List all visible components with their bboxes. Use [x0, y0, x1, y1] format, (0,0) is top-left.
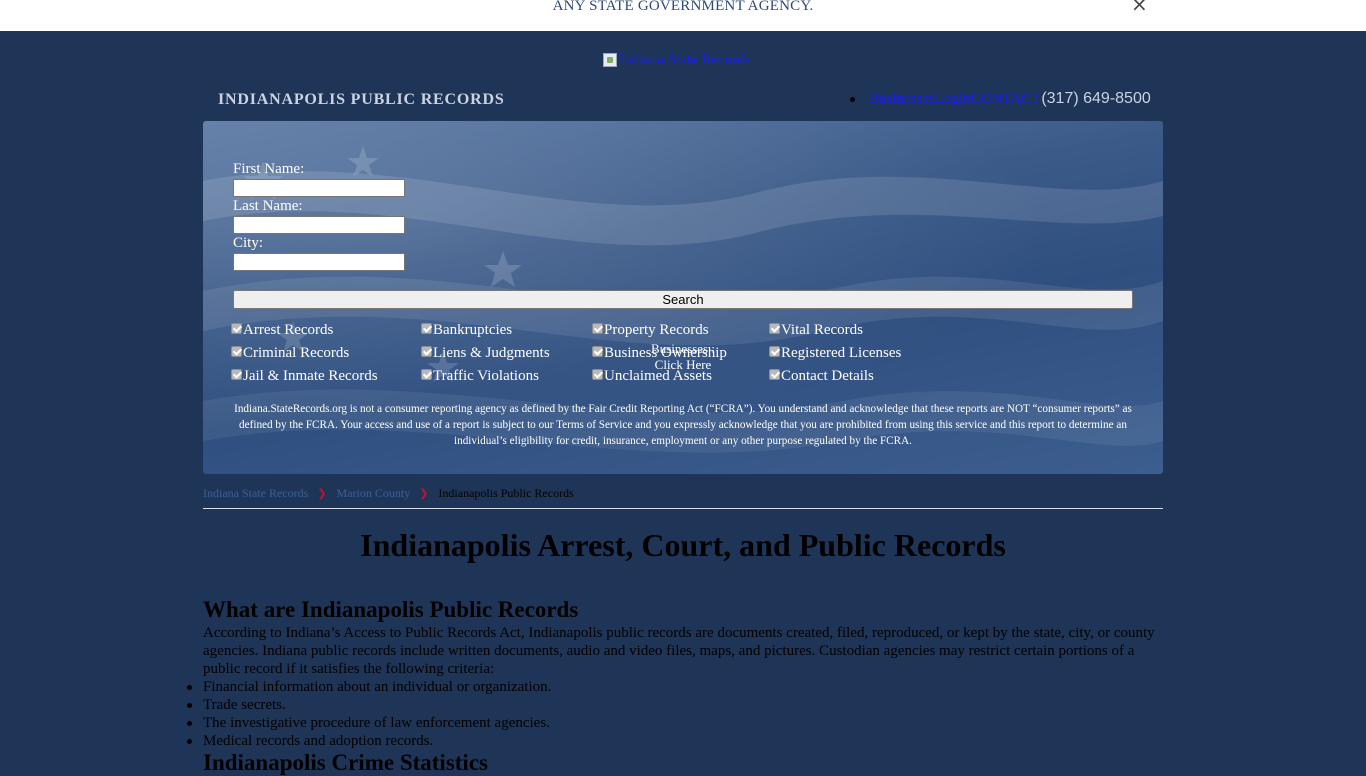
checkbox-checked-icon[interactable] — [231, 323, 242, 334]
header-nav: Businesses Login CONTACT (317) 649-8500 — [850, 90, 1151, 108]
site-logo-link[interactable]: Indiana State Records — [603, 51, 751, 69]
site-title: INDIANAPOLIS PUBLIC RECORDS — [218, 91, 505, 108]
logo-alt-text: Indiana State Records — [619, 51, 751, 68]
close-icon[interactable]: × — [1131, 0, 1148, 16]
checkbox-checked-icon[interactable] — [421, 323, 432, 334]
nav-login-link[interactable]: Login — [935, 91, 971, 108]
section-heading-crime-statistics: Indianapolis Crime Statistics — [203, 750, 488, 775]
last-name-input[interactable] — [233, 216, 405, 234]
broken-image-icon — [603, 53, 617, 67]
nav-bullet-icon — [850, 96, 855, 102]
list-item: Trade secrets. — [186, 696, 551, 714]
checkbox-registered-licenses[interactable]: Registered Licenses — [769, 345, 901, 362]
fcra-disclaimer: Indiana.StateRecords.org is not a consum… — [234, 403, 1132, 447]
search-panel: First Name: Last Name: City: Search Arre… — [203, 121, 1163, 474]
checkbox-checked-icon[interactable] — [592, 346, 603, 357]
checkbox-checked-icon[interactable] — [769, 346, 780, 357]
nav-contact-link[interactable]: CONTACT — [971, 91, 1041, 108]
checkbox-vital-records[interactable]: Vital Records — [769, 322, 863, 339]
breadcrumb-marion-county[interactable]: Marion County — [337, 486, 411, 501]
list-item: Medical records and adoption records. — [186, 732, 551, 750]
checkbox-checked-icon[interactable] — [592, 369, 603, 380]
checkbox-checked-icon[interactable] — [769, 323, 780, 334]
list-item: The investigative procedure of law enfor… — [186, 715, 550, 731]
checkbox-traffic-violations[interactable]: Traffic Violations — [421, 368, 539, 385]
checkbox-checked-icon[interactable] — [231, 346, 242, 357]
breadcrumb: Indiana State Records ❯ Marion County ❯ … — [203, 486, 574, 501]
first-name-input[interactable] — [233, 179, 405, 197]
section-paragraph: According to Indiana’s Access to Public … — [203, 625, 1155, 677]
last-name-label: Last Name: — [233, 198, 303, 214]
city-input[interactable] — [233, 253, 405, 271]
section-heading-public-records: What are Indianapolis Public Records — [203, 597, 579, 622]
notice-text: ANY STATE GOVERNMENT AGENCY. — [552, 0, 814, 14]
city-label: City: — [233, 235, 264, 251]
chevron-right-icon: ❯ — [419, 487, 429, 500]
phone-number[interactable]: (317) 649-8500 — [1041, 90, 1150, 108]
checkbox-checked-icon[interactable] — [421, 346, 432, 357]
nav-businesses-link[interactable]: Businesses — [869, 91, 935, 108]
notice-bar: ANY STATE GOVERNMENT AGENCY. × — [0, 0, 1366, 31]
page-title: Indianapolis Arrest, Court, and Public R… — [360, 527, 1006, 563]
checkbox-arrest-records[interactable]: Arrest Records — [231, 322, 333, 339]
search-button[interactable]: Search — [233, 290, 1133, 309]
first-name-label: First Name: — [233, 161, 305, 177]
checkbox-checked-icon[interactable] — [769, 369, 780, 380]
checkbox-checked-icon[interactable] — [592, 323, 603, 334]
businesses-click-here-link[interactable]: Businesses : Click Here — [648, 341, 718, 373]
checkbox-property-records[interactable]: Property Records — [592, 322, 709, 339]
chevron-right-icon: ❯ — [317, 487, 327, 500]
divider — [203, 508, 1163, 509]
list-item: Financial information about an individua… — [186, 679, 552, 695]
breadcrumb-current-page: Indianapolis Public Records — [438, 486, 574, 500]
checkbox-contact-details[interactable]: Contact Details — [769, 368, 874, 385]
checkbox-liens-judgments[interactable]: Liens & Judgments — [421, 345, 550, 362]
checkbox-criminal-records[interactable]: Criminal Records — [231, 345, 349, 362]
checkbox-checked-icon[interactable] — [421, 369, 432, 380]
checkbox-jail-inmate-records[interactable]: Jail & Inmate Records — [231, 368, 378, 385]
criteria-list: Financial information about an individua… — [186, 678, 552, 750]
breadcrumb-indiana-state-records[interactable]: Indiana State Records — [203, 486, 308, 501]
checkbox-checked-icon[interactable] — [231, 369, 242, 380]
checkbox-bankruptcies[interactable]: Bankruptcies — [421, 322, 512, 339]
